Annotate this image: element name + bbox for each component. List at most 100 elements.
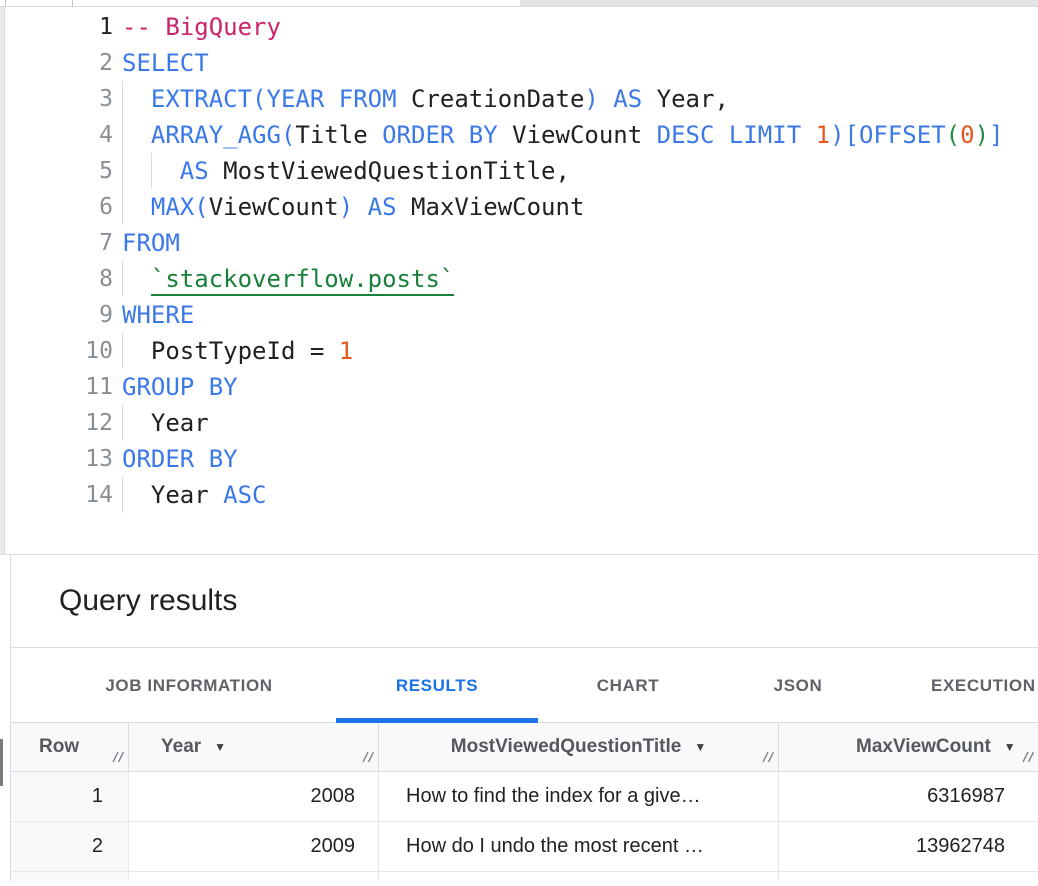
code-line: 14 Year ASC <box>0 477 1038 513</box>
tab-json[interactable]: JSON <box>738 648 858 723</box>
cell: 2009 <box>129 822 379 871</box>
code-token: DESC LIMIT <box>657 121 816 149</box>
results-table-header: Row Year▼MostViewedQuestionTitle▼MaxViewC… <box>11 723 1038 772</box>
sort-dropdown-icon[interactable]: ▼ <box>694 740 706 754</box>
line-number: 8 <box>0 261 113 297</box>
code-token: ViewCount <box>209 193 339 221</box>
line-number: 1 <box>0 9 113 45</box>
cell: 13962748 <box>779 822 1038 871</box>
sql-editor[interactable]: 1 -- BigQuery 2SELECT3 EXTRACT(YEAR FROM C… <box>0 7 1038 555</box>
code-text: Year ASC <box>122 477 267 513</box>
column-header-maxviewcount[interactable]: MaxViewCount▼ <box>779 723 1038 771</box>
code-text: PostTypeId = 1 <box>122 333 353 369</box>
code-line: 8 `stackoverflow.posts` <box>0 261 1038 297</box>
line-number: 14 <box>0 477 113 513</box>
code-token: MAX( <box>151 193 209 221</box>
code-token: WHERE <box>122 301 194 329</box>
code-token: MostViewedQuestionTitle, <box>223 157 570 185</box>
line-number: 3 <box>0 81 113 117</box>
line-number: 6 <box>0 189 113 225</box>
editor-top-edge <box>0 0 1038 7</box>
code-line: 9 WHERE <box>0 297 1038 333</box>
query-results-panel: Query results JOB INFORMATION RESULTS CHAR… <box>10 555 1038 881</box>
code-text: `stackoverflow.posts` <box>122 261 454 297</box>
code-text: AS MostViewedQuestionTitle, <box>122 153 570 189</box>
code-line: 7FROM <box>0 225 1038 261</box>
query-results-title: Query results <box>59 584 237 618</box>
column-header-mostviewedquestiontitle[interactable]: MostViewedQuestionTitle▼ <box>379 723 779 771</box>
code-token: ) AS <box>339 193 411 221</box>
top-edge-tick <box>5 0 6 7</box>
code-token: EXTRACT(YEAR FROM <box>151 85 397 113</box>
tab-chart[interactable]: CHART <box>568 648 688 723</box>
indent-guide <box>122 477 123 513</box>
code-text: GROUP BY <box>122 369 238 405</box>
column-header-year[interactable]: Year▼ <box>129 723 379 771</box>
code-line: 4 ARRAY_AGG(Title ORDER BY ViewCount DES… <box>0 117 1038 153</box>
code-token <box>122 265 151 293</box>
code-lines: 1 -- BigQuery 2SELECT3 EXTRACT(YEAR FROM C… <box>0 9 1038 513</box>
cell: 2008 <box>129 772 379 821</box>
column-resize-icon[interactable] <box>111 747 125 769</box>
sort-dropdown-icon[interactable]: ▼ <box>214 740 226 754</box>
code-text: MAX(ViewCount) AS MaxViewCount <box>122 189 584 225</box>
code-token: Year <box>151 409 209 437</box>
sort-dropdown-icon[interactable]: ▼ <box>1004 740 1016 754</box>
code-text: SELECT <box>122 45 209 81</box>
table-row: 12008How to find the index for a give…63… <box>11 772 1038 822</box>
indent-guide <box>122 117 123 153</box>
code-line: 11GROUP BY <box>0 369 1038 405</box>
cell <box>779 872 1038 881</box>
line-number: 9 <box>0 297 113 333</box>
row-number-cell: 1 <box>11 772 129 821</box>
row-number-cell: 2 <box>11 822 129 871</box>
tab-job-information[interactable]: JOB INFORMATION <box>91 648 287 723</box>
scrollbar-thumb[interactable] <box>0 739 3 786</box>
indent-guide <box>151 153 152 189</box>
code-token <box>122 409 151 437</box>
cell: How to find the index for a give… <box>379 772 779 821</box>
cell: How do I undo the most recent … <box>379 822 779 871</box>
column-label: Row <box>39 736 79 758</box>
indent-guide <box>122 261 123 297</box>
top-edge-tick <box>72 0 73 7</box>
column-resize-icon[interactable] <box>1021 747 1035 769</box>
top-edge-scroll-track <box>520 0 1038 6</box>
code-line: 10 PostTypeId = 1 <box>0 333 1038 369</box>
indent-guide <box>122 333 123 369</box>
code-token: ) AS <box>584 85 656 113</box>
code-token: Title <box>295 121 382 149</box>
code-token: GROUP BY <box>122 373 238 401</box>
code-token: ORDER BY <box>382 121 498 149</box>
code-token: Year <box>151 481 223 509</box>
indent-guide <box>122 81 123 117</box>
cell <box>379 872 779 881</box>
code-token: `stackoverflow.posts` <box>151 265 454 296</box>
code-token: )[OFFSET <box>830 121 946 149</box>
code-line: 2SELECT <box>0 45 1038 81</box>
code-text: FROM <box>122 225 180 261</box>
indent-guide <box>122 405 123 441</box>
line-number: 13 <box>0 441 113 477</box>
code-token: AS <box>180 157 223 185</box>
tab-results[interactable]: RESULTS <box>336 648 538 723</box>
code-token <box>122 337 151 365</box>
code-text: EXTRACT(YEAR FROM CreationDate) AS Year, <box>122 81 729 117</box>
line-number: 10 <box>0 333 113 369</box>
code-token <box>122 85 151 113</box>
code-line: 5 AS MostViewedQuestionTitle, <box>0 153 1038 189</box>
row-number-cell <box>11 872 129 881</box>
line-number: 7 <box>0 225 113 261</box>
column-resize-icon[interactable] <box>361 747 375 769</box>
code-token <box>122 121 151 149</box>
code-token: ARRAY_AGG( <box>151 121 296 149</box>
code-token: -- BigQuery <box>122 13 281 41</box>
code-token: CreationDate <box>397 85 585 113</box>
editor-margin <box>0 7 5 554</box>
code-token: ] <box>989 121 1003 149</box>
column-resize-icon[interactable] <box>761 747 775 769</box>
code-token: 1 <box>339 337 353 365</box>
column-header-row[interactable]: Row <box>11 723 129 771</box>
table-row-partial <box>11 872 1038 881</box>
tab-execution-details[interactable]: EXECUTION DETAILS <box>931 648 1038 723</box>
